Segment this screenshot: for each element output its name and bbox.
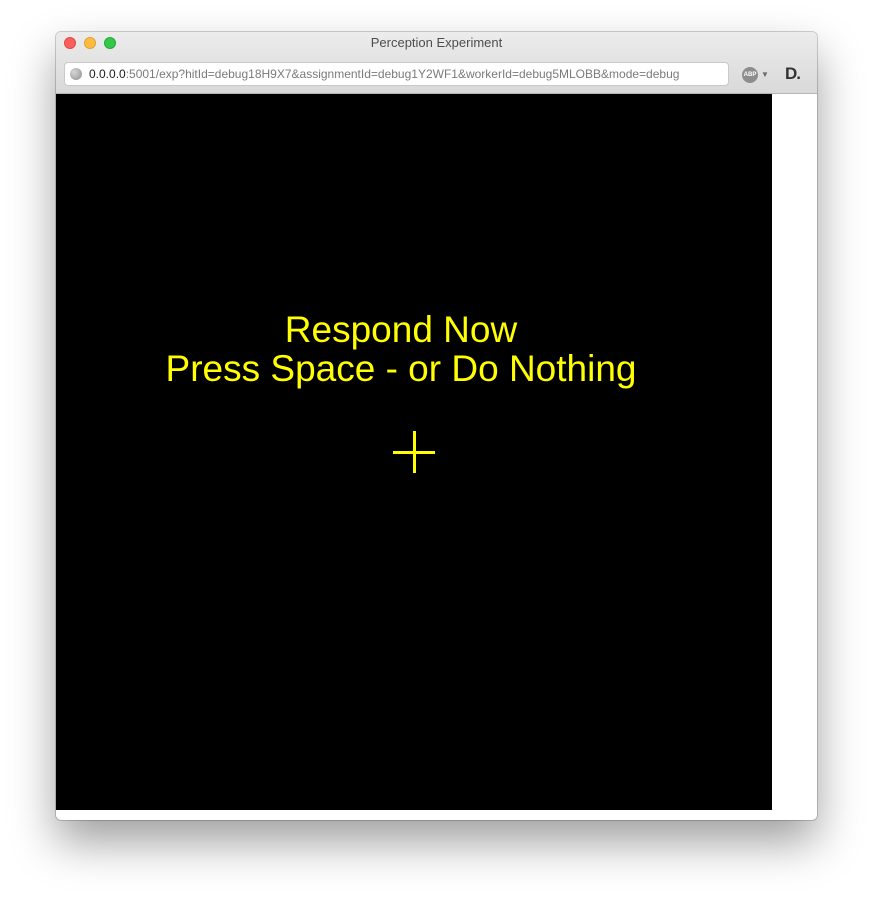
respond-now-heading: Respond Now [284,309,518,350]
fixation-cross-vertical [413,431,416,473]
window-title: Perception Experiment [370,35,503,50]
experiment-canvas[interactable]: Respond Now Press Space - or Do Nothing [56,94,772,810]
browser-window: Perception Experiment 0.0.0.0:5001/exp?h… [56,32,817,820]
address-bar[interactable]: 0.0.0.0:5001/exp?hitId=debug18H9X7&assig… [64,62,729,86]
instruction-text: Press Space - or Do Nothing [165,348,637,389]
chevron-down-icon[interactable]: ▼ [761,70,769,79]
adblock-plus-icon[interactable]: ABP [742,67,758,83]
title-bar: Perception Experiment 0.0.0.0:5001/exp?h… [56,32,817,94]
url-text[interactable]: 0.0.0.0:5001/exp?hitId=debug18H9X7&assig… [89,67,679,81]
fixation-cross-icon [393,431,435,473]
url-host: 0.0.0.0 [89,67,126,81]
url-path: :5001/exp?hitId=debug18H9X7&assignmentId… [125,67,680,81]
d-extension-icon[interactable]: D. [785,64,801,84]
globe-icon [70,68,82,80]
